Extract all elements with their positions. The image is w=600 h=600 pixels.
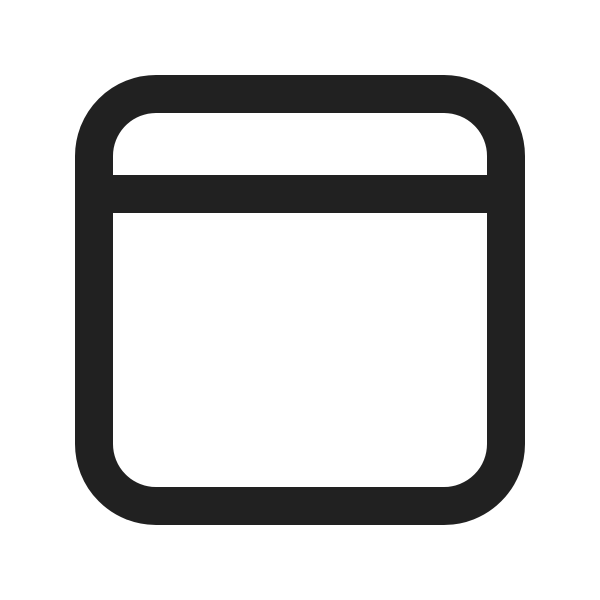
- app-window-icon-svg: [75, 75, 525, 525]
- icon-canvas: [0, 0, 600, 600]
- app-window-icon: [0, 0, 600, 600]
- window-outline: [75, 75, 525, 525]
